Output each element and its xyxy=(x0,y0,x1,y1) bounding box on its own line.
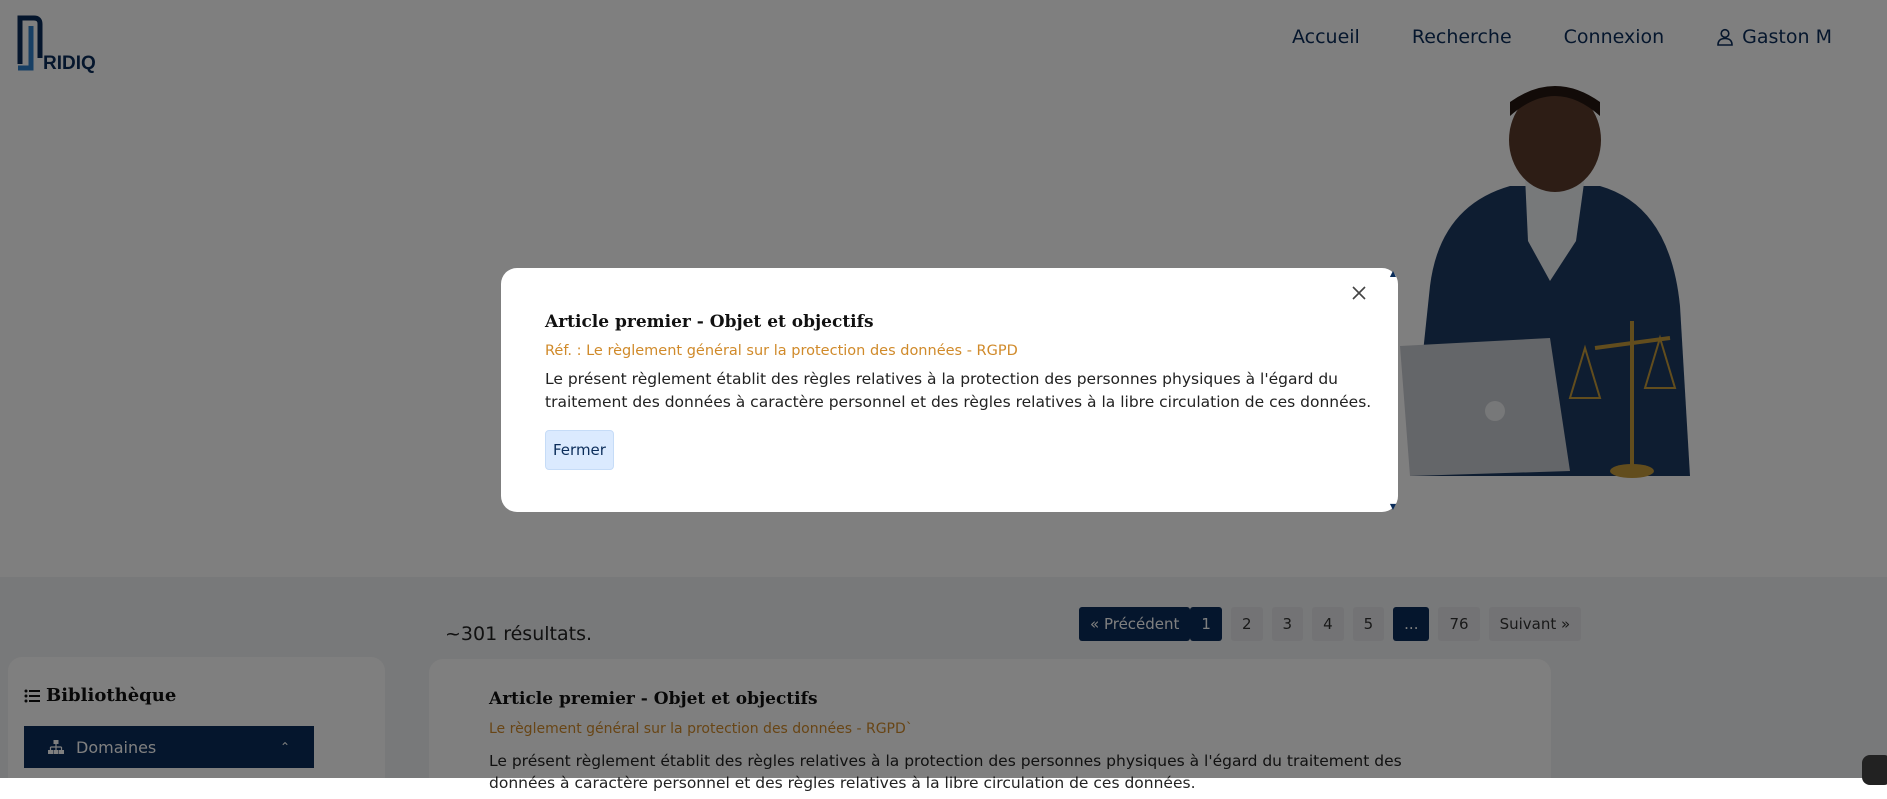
modal-title: Article premier - Objet et objectifs xyxy=(545,312,874,332)
scroll-down-icon[interactable]: ▼ xyxy=(1390,502,1396,511)
modal-text: Le présent règlement établit des règles … xyxy=(545,370,1372,411)
close-icon[interactable] xyxy=(1346,280,1372,306)
article-modal: Article premier - Objet et objectifs Réf… xyxy=(501,268,1398,512)
modal-ref: Réf. : Le règlement général sur la prote… xyxy=(545,343,1018,359)
scroll-up-icon[interactable]: ▲ xyxy=(1390,269,1396,278)
close-button[interactable]: Fermer xyxy=(545,430,614,470)
chat-widget-icon[interactable] xyxy=(1862,755,1887,785)
